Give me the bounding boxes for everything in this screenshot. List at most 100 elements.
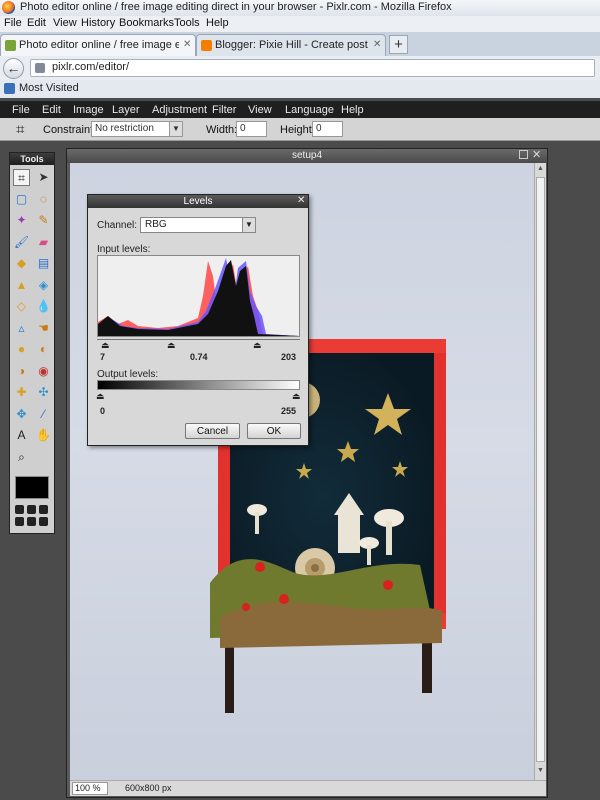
pixlr-favicon-icon xyxy=(5,40,16,51)
bookmark-most-visited[interactable]: Most Visited xyxy=(19,82,79,94)
browser-menu-tools[interactable]: Tools xyxy=(174,17,200,29)
mode-dot-icon[interactable] xyxy=(15,505,24,514)
marquee-icon[interactable]: ▢ xyxy=(13,191,30,208)
app-menu-filter[interactable]: Filter xyxy=(212,104,236,116)
channel-value: RBG xyxy=(145,219,167,230)
input-gamma-value: 0.74 xyxy=(190,352,208,362)
sponge-icon[interactable]: ● xyxy=(13,341,30,358)
mode-dot-icon[interactable] xyxy=(39,505,48,514)
input-level-track: ⏏ ⏏ ⏏ xyxy=(97,339,300,350)
app-menu-help[interactable]: Help xyxy=(341,104,364,116)
browser-menu-bookmarks[interactable]: Bookmarks xyxy=(119,17,174,29)
browser-menu-file[interactable]: File xyxy=(4,17,22,29)
brush-icon[interactable]: 🖌 xyxy=(13,234,30,251)
vertical-scroll-thumb[interactable] xyxy=(536,177,545,762)
app-menu-edit[interactable]: Edit xyxy=(42,104,61,116)
tab-blogger[interactable]: Blogger: Pixie Hill - Create post ✕ xyxy=(196,34,386,56)
zoom-field[interactable]: 100 % xyxy=(72,782,108,795)
lasso-icon[interactable]: ◌ xyxy=(35,191,52,208)
output-gradient xyxy=(97,380,300,390)
constraint-value: No restriction xyxy=(95,123,154,134)
stamp-icon[interactable]: ▲ xyxy=(13,277,30,294)
zoom-unit: % xyxy=(92,783,101,793)
input-white-value: 203 xyxy=(281,352,297,362)
output-white-slider-icon[interactable]: ⏏ xyxy=(292,391,301,402)
app-menu-view[interactable]: View xyxy=(248,104,272,116)
channel-label: Channel: xyxy=(97,220,138,231)
site-identity-icon[interactable] xyxy=(35,63,45,73)
browser-menubar: File Edit View History Bookmarks Tools H… xyxy=(0,16,600,33)
move-icon[interactable]: ➤ xyxy=(35,169,52,186)
sharpen-icon[interactable]: ▵ xyxy=(13,320,30,337)
drawing-icon[interactable]: ◇ xyxy=(13,298,30,315)
redeye-icon[interactable]: ◉ xyxy=(35,363,52,380)
browser-menu-edit[interactable]: Edit xyxy=(27,17,46,29)
close-icon[interactable]: ✕ xyxy=(532,148,541,161)
tab-strip: Photo editor online / free image editi..… xyxy=(0,32,600,57)
scroll-down-icon[interactable]: ▼ xyxy=(537,767,544,774)
text-icon[interactable]: A xyxy=(13,427,30,444)
tab-label: Blogger: Pixie Hill - Create post xyxy=(215,39,368,51)
browser-menu-view[interactable]: View xyxy=(53,17,77,29)
foreground-color-swatch[interactable] xyxy=(15,476,49,499)
crop-options-icon: ⌗ xyxy=(16,121,25,138)
image-size-readout: 600x800 px xyxy=(125,783,172,793)
scroll-up-icon[interactable]: ▲ xyxy=(537,165,544,172)
bookmarks-bar: Most Visited xyxy=(0,80,600,99)
gradient-icon[interactable]: ▤ xyxy=(35,255,52,272)
histogram-graph xyxy=(98,258,299,336)
channel-select[interactable]: RBG ▼ xyxy=(140,217,256,233)
blogger-favicon-icon xyxy=(201,40,212,51)
mode-dot-icon[interactable] xyxy=(27,505,36,514)
input-levels-label: Input levels: xyxy=(97,244,151,255)
wand-icon[interactable]: ✦ xyxy=(13,212,30,229)
black-point-slider-icon[interactable]: ⏏ xyxy=(101,340,110,351)
back-button[interactable]: ← xyxy=(3,58,24,79)
pinch-icon[interactable]: ✥ xyxy=(13,406,30,423)
app-menu-file[interactable]: File xyxy=(12,104,30,116)
app-menu-adjustment[interactable]: Adjustment xyxy=(152,104,207,116)
close-icon[interactable]: ✕ xyxy=(297,195,305,206)
crop-icon[interactable]: ⌗ xyxy=(13,169,30,186)
maximize-icon[interactable] xyxy=(519,150,528,159)
chevron-down-icon[interactable]: ▼ xyxy=(169,122,182,136)
app-menu-image[interactable]: Image xyxy=(73,104,104,116)
browser-menu-history[interactable]: History xyxy=(81,17,115,29)
white-point-slider-icon[interactable]: ⏏ xyxy=(253,340,262,351)
dodge-icon[interactable]: ◑ xyxy=(13,363,30,380)
tab-close-icon[interactable]: ✕ xyxy=(373,39,381,50)
mode-dot-icon[interactable] xyxy=(39,517,48,526)
drop-icon[interactable]: 💧 xyxy=(35,298,52,315)
bloat-icon[interactable]: ✣ xyxy=(35,384,52,401)
app-menu-layer[interactable]: Layer xyxy=(112,104,140,116)
height-input[interactable]: 0 xyxy=(312,121,343,137)
tab-pixlr[interactable]: Photo editor online / free image editi..… xyxy=(0,34,196,56)
tab-close-icon[interactable]: ✕ xyxy=(183,39,191,50)
vertical-scrollbar[interactable]: ▲ ▼ xyxy=(534,163,546,780)
width-input[interactable]: 0 xyxy=(236,121,267,137)
spot-heal-icon[interactable]: ✚ xyxy=(13,384,30,401)
new-tab-button[interactable]: + xyxy=(389,35,408,54)
hand-icon[interactable]: ✋ xyxy=(35,427,52,444)
eyedropper-icon[interactable]: ⁄ xyxy=(35,406,52,423)
smudge-icon[interactable]: ☚ xyxy=(35,320,52,337)
pencil-icon[interactable]: ✎ xyxy=(35,212,52,229)
app-menu-language[interactable]: Language xyxy=(285,104,334,116)
cancel-button[interactable]: Cancel xyxy=(185,423,240,439)
burn-icon[interactable]: ◐ xyxy=(35,341,52,358)
window-titlebar: Photo editor online / free image editing… xyxy=(0,0,600,16)
bucket-icon[interactable]: ◆ xyxy=(13,255,30,272)
constraint-select[interactable]: No restriction ▼ xyxy=(91,121,183,137)
ok-button[interactable]: OK xyxy=(247,423,301,439)
gamma-slider-icon[interactable]: ⏏ xyxy=(167,340,176,351)
mode-dot-icon[interactable] xyxy=(27,517,36,526)
zoom-icon[interactable]: ⌕ xyxy=(13,449,30,466)
output-black-slider-icon[interactable]: ⏏ xyxy=(96,391,105,402)
chevron-down-icon[interactable]: ▼ xyxy=(242,218,255,232)
firefox-icon xyxy=(2,1,15,14)
eraser-icon[interactable]: ▰ xyxy=(35,234,52,251)
browser-menu-help[interactable]: Help xyxy=(206,17,229,29)
color-replace-icon[interactable]: ◈ xyxy=(35,277,52,294)
histogram xyxy=(97,255,300,337)
mode-dot-icon[interactable] xyxy=(15,517,24,526)
